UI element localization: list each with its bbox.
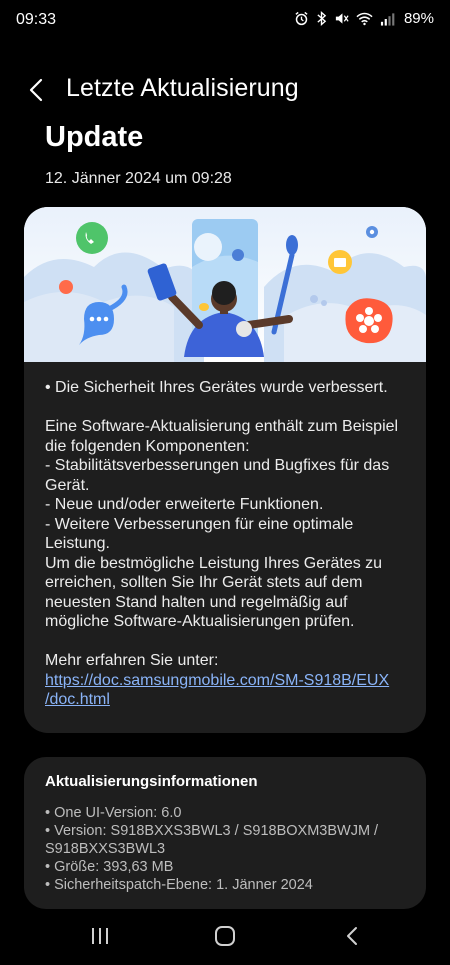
security-note: • Die Sicherheit Ihres Gerätes wurde ver… [45,379,388,396]
notes-advice: Um die bestmögliche Leistung Ihres Gerät… [45,554,383,631]
mute-icon [334,11,349,26]
signal-icon [380,12,395,26]
one-ui-version: • One UI-Version: 6.0 [45,805,182,821]
notes-item: - Neue und/oder erweiterte Funktionen. [45,496,324,513]
back-icon [344,925,360,952]
status-time: 09:33 [16,11,57,28]
release-notes-card: • Die Sicherheit Ihres Gerätes wurde ver… [24,207,426,733]
recents-button[interactable] [80,924,120,952]
release-notes-text: • Die Sicherheit Ihres Gerätes wurde ver… [45,378,415,710]
home-icon [214,925,236,952]
update-size: • Größe: 393,63 MB [45,859,174,875]
bluetooth-icon [316,11,327,26]
more-info-label: Mehr erfahren Sie unter: [45,652,219,669]
update-date: 12. Jänner 2024 um 09:28 [45,170,232,187]
security-patch-level: • Sicherheitspatch-Ebene: 1. Jänner 2024 [45,877,313,893]
home-button[interactable] [205,924,245,952]
battery-level: 89% [403,10,434,27]
nav-back-button[interactable] [332,924,372,952]
back-button[interactable] [24,74,52,106]
status-icons: 89% [294,10,434,27]
more-info-link-line2[interactable]: /doc.html [45,691,110,708]
app-header: Letzte Aktualisierung [0,70,450,110]
status-bar: 09:33 89% [0,0,450,40]
notes-item: - Stabilitätsverbesserungen und Bugfixes… [45,457,390,494]
firmware-version: • Version: S918BXXS3BWL3 / S918BOXM3BWJM… [45,823,379,857]
alarm-icon [294,11,309,26]
more-info-link[interactable]: https://doc.samsungmobile.com/SM-S918B/E… [45,671,415,710]
notes-intro: Eine Software-Aktualisierung enthält zum… [45,418,399,455]
page-title: Update [45,121,144,153]
recents-icon [89,926,111,951]
wifi-icon [356,12,373,26]
chevron-left-icon [24,78,52,110]
update-info-title: Aktualisierungsinformationen [45,773,258,790]
header-title: Letzte Aktualisierung [66,74,299,102]
more-info-link-line1[interactable]: https://doc.samsungmobile.com/SM-S918B/E… [45,672,389,689]
update-info-list: • One UI-Version: 6.0 • Version: S918BXX… [45,804,415,894]
update-info-card: Aktualisierungsinformationen • One UI-Ve… [24,757,426,909]
update-illustration [24,207,426,362]
system-nav-bar [0,910,450,965]
notes-item: - Weitere Verbesserungen für eine optima… [45,515,354,553]
